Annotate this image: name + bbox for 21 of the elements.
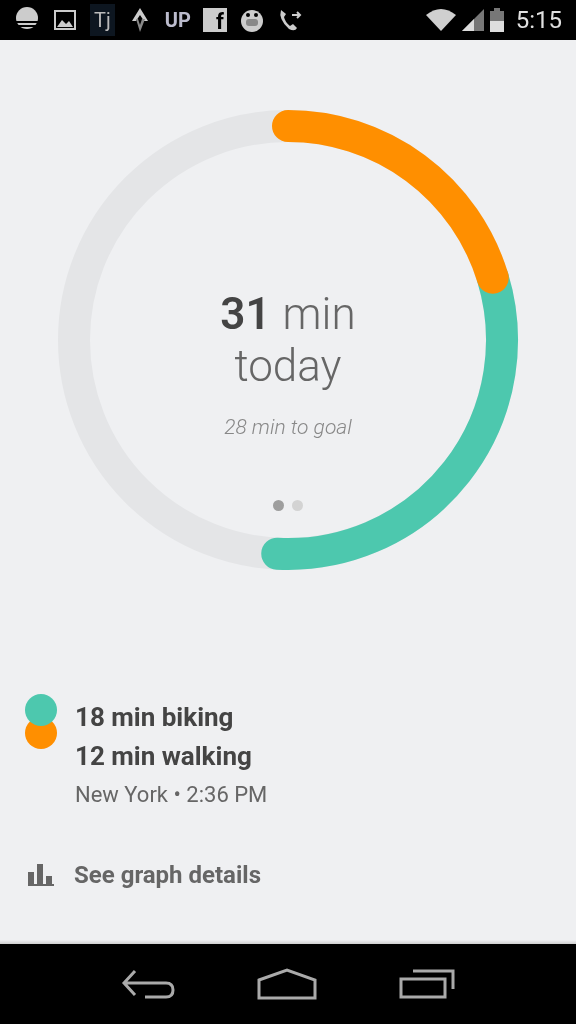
bar-chart-icon: [28, 864, 54, 886]
graph-details-link[interactable]: See graph details: [28, 857, 576, 893]
app-icon: Tj: [90, 4, 115, 36]
mascot-icon: [238, 7, 265, 33]
minutes-value: 31: [220, 288, 271, 340]
recent-apps-icon[interactable]: [399, 969, 455, 999]
activity-total: 12 min walking: [75, 740, 252, 773]
image-icon: [52, 7, 78, 33]
home-icon[interactable]: [257, 968, 317, 1000]
back-icon[interactable]: [121, 969, 175, 999]
location-time: New York • 2:36 PM: [75, 781, 269, 809]
app-icon: UP: [164, 5, 191, 35]
app-icon: f: [202, 8, 227, 32]
activity-total: 18 min biking: [75, 701, 234, 734]
minutes-unit: min: [282, 288, 356, 340]
wifi-icon: [425, 9, 456, 31]
period-label: today: [234, 340, 342, 392]
clock-time: 5:15: [515, 5, 562, 36]
signal-icon: [461, 9, 484, 31]
goal-remaining: 28 min to goal: [224, 414, 352, 441]
battery-icon: [489, 8, 504, 32]
